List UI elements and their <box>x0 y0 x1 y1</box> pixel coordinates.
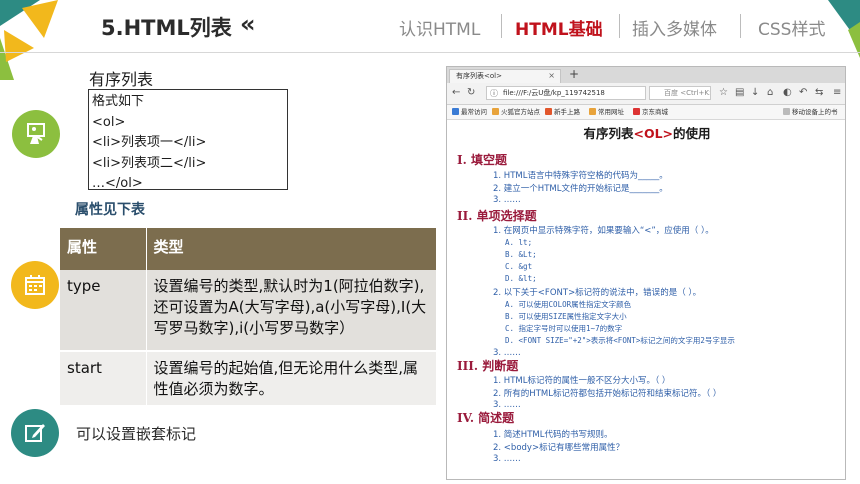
nav-html-basics[interactable]: HTML基础 <box>515 15 603 40</box>
nav-divider <box>740 14 741 38</box>
table-row: start 设置编号的起始值,但无论用什么类型,属性值必须为数字。 <box>60 351 436 405</box>
option-item: C. &gt <box>505 262 533 271</box>
nav-intro-html[interactable]: 认识HTML <box>399 15 480 40</box>
bookmark-item[interactable]: 常用网址 <box>589 107 624 117</box>
option-item: C. 指定字号时可以使用1~7的数字 <box>505 324 623 333</box>
browser-tabbar: 有序列表<ol> × + <box>447 67 845 83</box>
edit-icon <box>11 409 59 457</box>
question-item: 2. 以下关于<FONT>标记符的说法中，错误的是（ ）。 <box>493 288 702 298</box>
reading-list-icon[interactable]: ▤ <box>735 87 744 99</box>
bookmark-star-icon[interactable]: ☆ <box>719 87 728 99</box>
header-divider <box>0 52 860 53</box>
code-example-box: 格式如下 <ol> <li>列表项一</li> <li>列表项二</li> …<… <box>88 89 288 191</box>
new-tab-icon[interactable]: + <box>569 67 579 81</box>
corner-decoration-right <box>828 0 860 58</box>
section-heading: I. 填空题 <box>457 153 507 167</box>
bookmark-item[interactable]: 移动设备上的书 <box>783 107 838 117</box>
code-line: <li>列表项一</li> <box>92 135 207 150</box>
table-cell-desc: 设置编号的类型,默认时为1(阿拉伯数字),还可设置为A(大写字母),a(小写字母… <box>146 270 436 352</box>
code-line: 格式如下 <box>92 94 145 109</box>
code-line: <li>列表项二</li> <box>92 155 207 171</box>
bookmarks-bar: 最常访问 火狐官方站点 新手上路 常用网址 京东商城 移动设备上的书 <box>447 105 845 120</box>
url-input[interactable]: file:///F:/云U盘/kp_119742518 <box>486 86 646 100</box>
nav-multimedia[interactable]: 插入多媒体 <box>632 15 717 40</box>
question-item: 1. HTML标记符的属性一般不区分大小写。（ ） <box>493 376 671 386</box>
tab-title: 有序列表<ol> <box>456 72 502 80</box>
section-heading: III. 判断题 <box>457 359 519 373</box>
option-item: D. &lt; <box>505 274 537 283</box>
corner-decoration-left <box>0 0 58 80</box>
table-header-type: 类型 <box>146 228 436 270</box>
home-icon[interactable]: ⌂ <box>767 87 773 99</box>
question-item: 1. 简述HTML代码的书写规则。 <box>493 430 613 440</box>
extensions-icon[interactable]: ⇆ <box>815 87 823 99</box>
option-item: D. <FONT SIZE="+2">表示将<FONT>标记之间的文字用2号字显… <box>505 336 735 345</box>
ordered-list-title: 有序列表 <box>89 70 154 89</box>
code-line: …</ol> <box>92 176 143 191</box>
question-item: 2. <body>标记有哪些常用属性？ <box>493 443 625 453</box>
presentation-icon <box>12 110 60 158</box>
info-icon: ⓘ <box>490 89 498 98</box>
question-item: 1. 在网页中显示特殊字符，如果要输入“<”，应使用（ ）。 <box>493 226 714 236</box>
table-cell-attr: type <box>60 270 147 352</box>
download-icon[interactable]: ↓ <box>751 87 759 99</box>
table-row: type 设置编号的类型,默认时为1(阿拉伯数字),还可设置为A(大写字母),a… <box>60 270 436 352</box>
reload-icon[interactable]: ↻ <box>467 87 475 99</box>
search-input[interactable]: 百度 <Ctrl+K> <box>649 86 711 100</box>
bookmark-item[interactable]: 京东商城 <box>633 107 668 117</box>
nav-divider <box>501 14 502 38</box>
back-icon[interactable]: ← <box>452 87 460 99</box>
browser-toolbar: ← ↻ file:///F:/云U盘/kp_119742518 ⓘ 百度 <Ct… <box>447 83 845 105</box>
sync-icon[interactable]: ↶ <box>799 87 807 99</box>
menu-icon[interactable]: ≡ <box>833 87 841 99</box>
code-line: <ol> <box>92 114 126 130</box>
question-item: 1. HTML语言中特殊字符空格的代码为_____。 <box>493 171 668 181</box>
calendar-icon <box>11 261 59 309</box>
nav-divider <box>619 14 620 38</box>
nested-note: 可以设置嵌套标记 <box>76 425 197 443</box>
option-item: A. 可以使用COLOR属性指定文字颜色 <box>505 300 632 309</box>
close-icon[interactable]: × <box>548 70 555 82</box>
table-cell-desc: 设置编号的起始值,但无论用什么类型,属性值必须为数字。 <box>146 351 436 405</box>
document-title: 有序列表<OL>的使用 <box>583 126 711 141</box>
question-item: 2. 所有的HTML标记符都包括开始标记符和结束标记符。（ ） <box>493 389 722 399</box>
question-item: 3. …… <box>493 454 521 464</box>
page-title: 5.HTML列表 <box>101 16 232 40</box>
attribute-table: 属性 类型 type 设置编号的类型,默认时为1(阿拉伯数字),还可设置为A(大… <box>60 228 436 405</box>
option-item: A. lt; <box>505 238 533 247</box>
section-heading: II. 单项选择题 <box>457 209 537 223</box>
question-item: 2. 建立一个HTML文件的开始标记是_______。 <box>493 184 668 194</box>
bookmark-item[interactable]: 火狐官方站点 <box>492 107 540 117</box>
question-item: 3. …… <box>493 195 521 205</box>
option-item: B. &Lt; <box>505 250 537 259</box>
section-heading: IV. 简述题 <box>457 411 515 425</box>
browser-screenshot: 有序列表<ol> × + ← ↻ file:///F:/云U盘/kp_11974… <box>446 66 846 480</box>
nav-css[interactable]: CSS样式 <box>758 15 825 40</box>
attribute-heading: 属性见下表 <box>75 202 145 218</box>
bookmark-item[interactable]: 新手上路 <box>545 107 580 117</box>
table-cell-attr: start <box>60 351 147 405</box>
chevron-left-icon[interactable]: « <box>240 10 255 38</box>
table-header-attribute: 属性 <box>60 228 147 270</box>
shield-icon[interactable]: ◐ <box>783 87 792 99</box>
browser-tab[interactable]: 有序列表<ol> × <box>449 69 561 83</box>
bookmark-item[interactable]: 最常访问 <box>452 107 487 117</box>
option-item: B. 可以使用SIZE属性指定文字大小 <box>505 312 627 321</box>
